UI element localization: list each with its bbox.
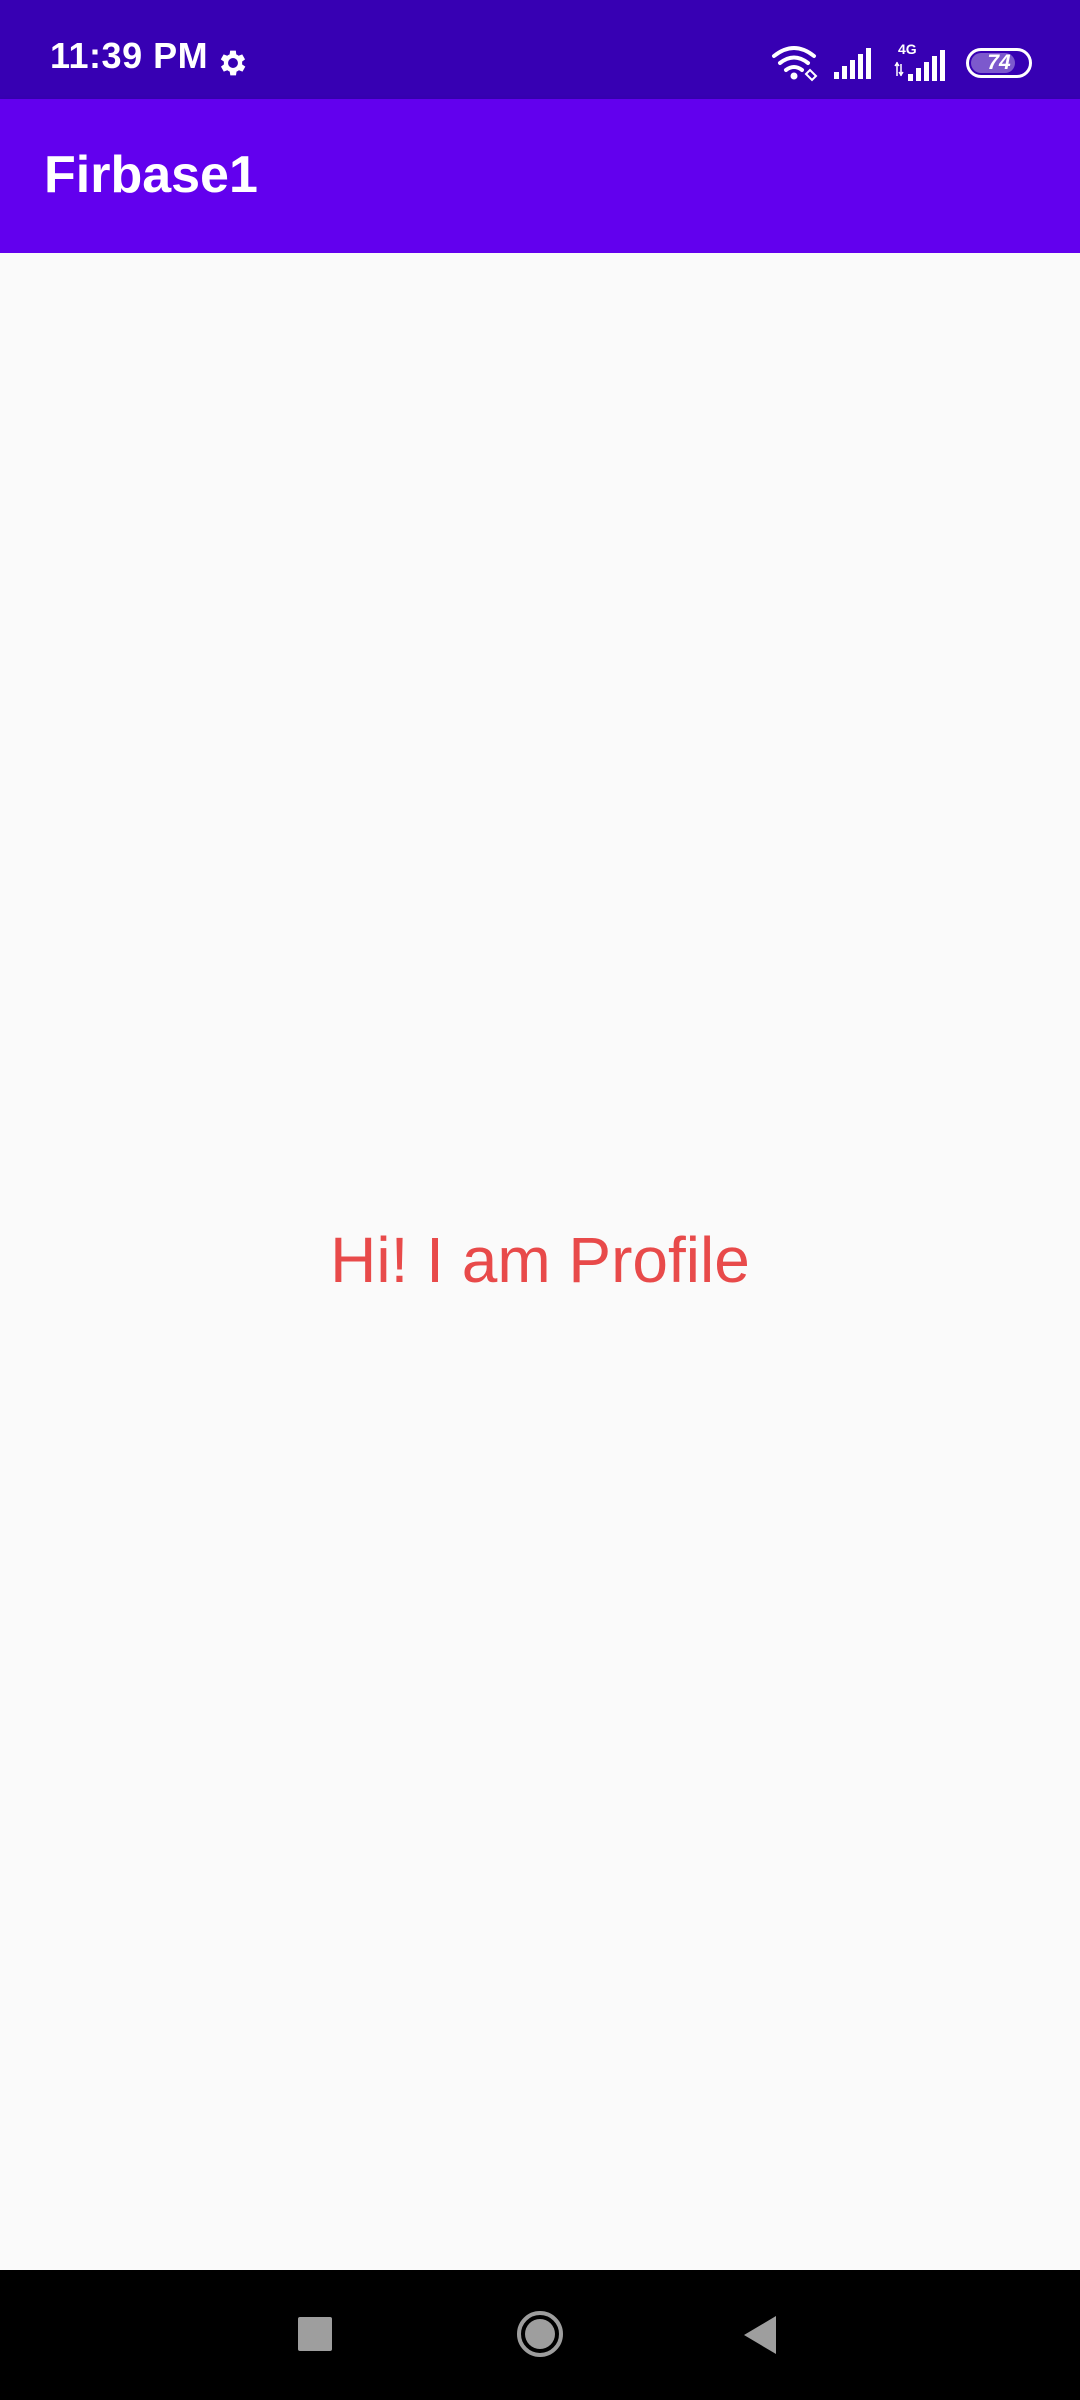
gear-icon: [220, 50, 246, 76]
recents-button[interactable]: [298, 2317, 332, 2351]
status-bar: 11:39 PM 4G 74: [0, 0, 1080, 99]
home-button[interactable]: [516, 2310, 564, 2358]
signal-icon: [894, 50, 945, 81]
status-time: 11:39 PM: [50, 35, 209, 76]
main-content: Hi! I am Profile: [0, 253, 1080, 2270]
battery-icon: 74: [966, 48, 1032, 78]
wifi-icon: [772, 46, 818, 82]
app-title: Firbase1: [44, 146, 258, 204]
battery-percent: 74: [987, 51, 1011, 74]
navigation-bar: [0, 2270, 1080, 2400]
phone-screen: 11:39 PM 4G 74 Firbase1 Hi! I am Profile: [0, 0, 1080, 2400]
back-button[interactable]: [740, 2314, 780, 2356]
app-bar: Firbase1: [0, 99, 1080, 253]
profile-message: Hi! I am Profile: [330, 1224, 750, 1296]
signal-icon: [834, 48, 871, 79]
